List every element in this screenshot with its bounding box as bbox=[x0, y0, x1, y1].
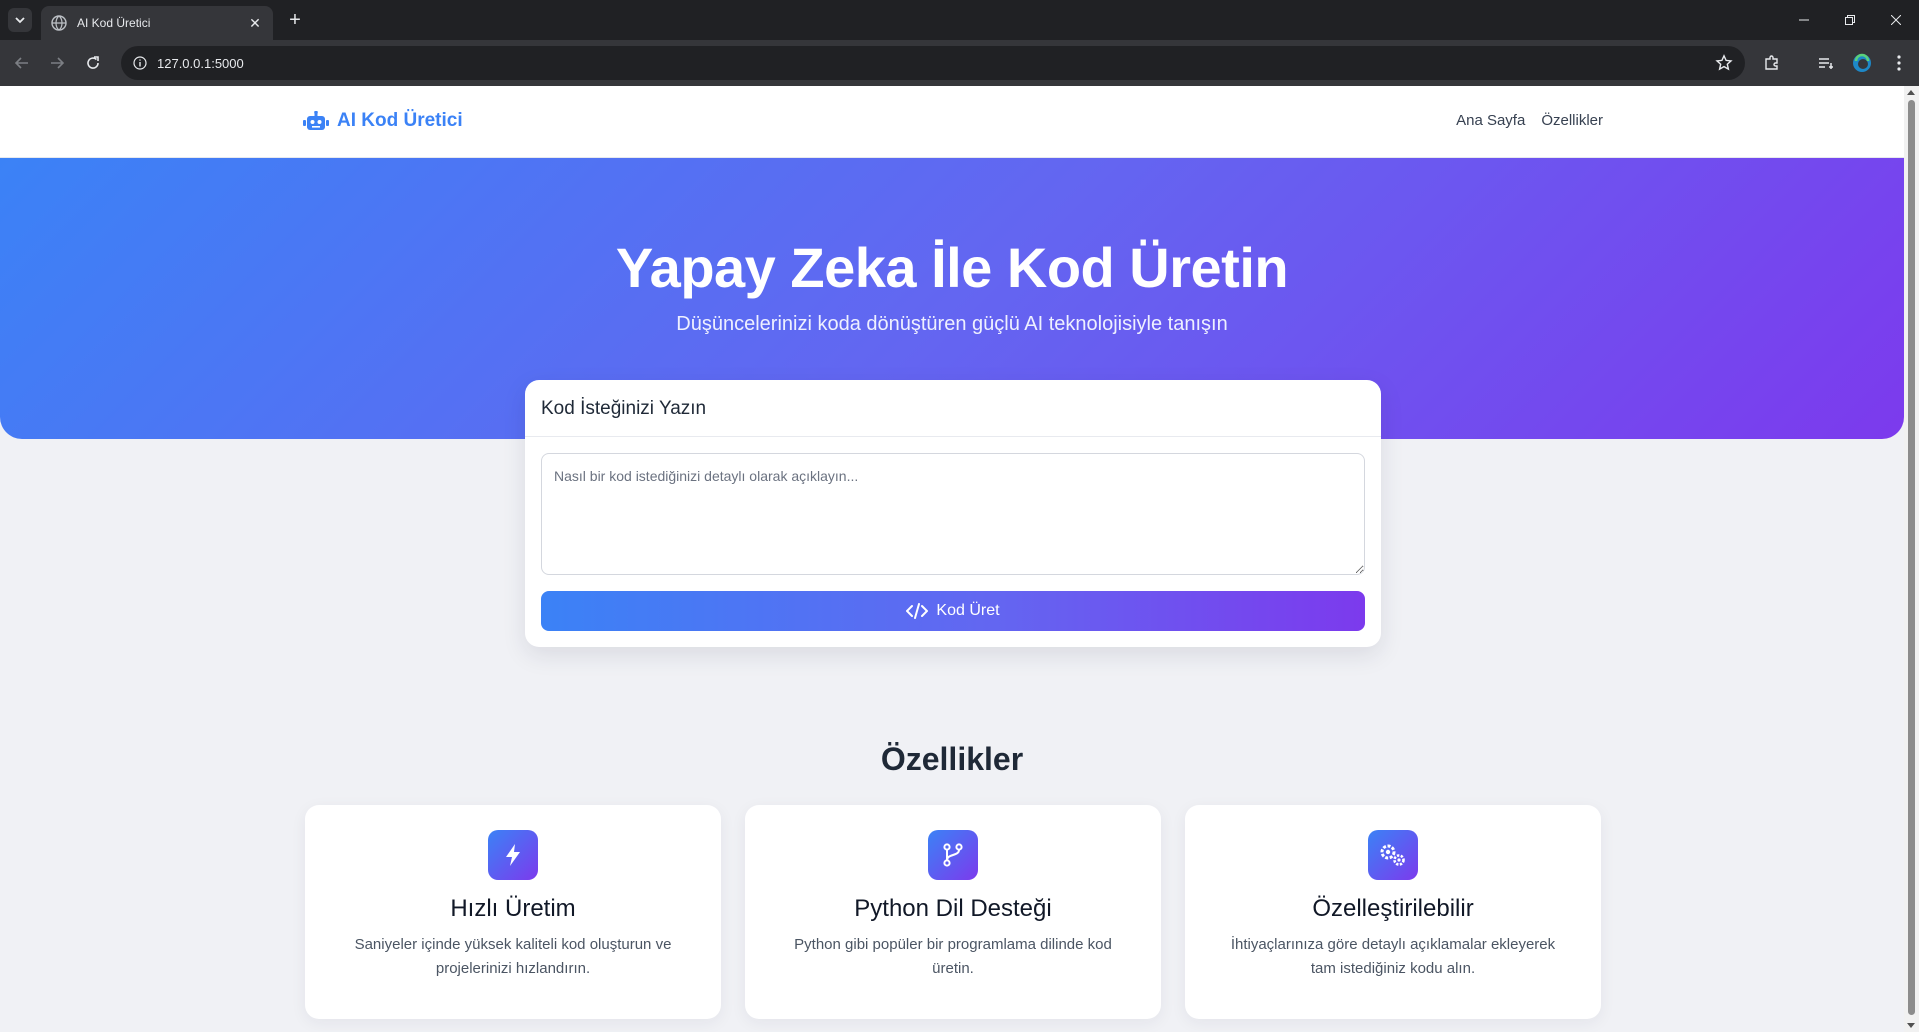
reload-button[interactable] bbox=[81, 51, 105, 75]
feature-text: Saniyeler içinde yüksek kaliteli kod olu… bbox=[354, 936, 672, 977]
more-vertical-icon bbox=[1897, 55, 1901, 71]
feature-card-python: Python Dil Desteği Python gibi popüler b… bbox=[745, 805, 1161, 1019]
cogs-icon bbox=[1368, 830, 1418, 880]
feature-title: Özelleştirilebilir bbox=[1312, 895, 1474, 922]
feature-card-fast: Hızlı Üretim Saniyeler içinde yüksek kal… bbox=[305, 805, 721, 1019]
site-info-icon[interactable] bbox=[133, 56, 147, 70]
arrow-right-icon bbox=[51, 57, 65, 69]
nav-link-features[interactable]: Özellikler bbox=[1541, 112, 1603, 129]
globe-icon bbox=[51, 15, 67, 31]
close-icon bbox=[1891, 15, 1901, 25]
profile-avatar[interactable] bbox=[1850, 51, 1874, 75]
code-prompt-input[interactable] bbox=[541, 453, 1365, 575]
edge-profile-icon bbox=[1853, 53, 1871, 72]
browser-menu-button[interactable] bbox=[1887, 51, 1911, 75]
browser-tab[interactable]: AI Kod Üretici ✕ bbox=[41, 6, 273, 40]
close-window-button[interactable] bbox=[1873, 0, 1919, 40]
card-title: Kod İsteğinizi Yazın bbox=[525, 380, 1381, 437]
nav-links: Ana Sayfa Özellikler bbox=[1456, 112, 1603, 129]
feature-text: İhtiyaçlarınıza göre detaylı açıklamalar… bbox=[1230, 936, 1556, 977]
code-icon bbox=[906, 603, 929, 619]
robot-icon bbox=[303, 111, 329, 130]
generate-code-button[interactable]: Kod Üret bbox=[541, 591, 1365, 631]
code-request-card: Kod İsteğinizi Yazın Kod Üret bbox=[525, 380, 1381, 647]
feature-title: Python Dil Desteği bbox=[854, 895, 1052, 922]
extensions-button[interactable] bbox=[1760, 51, 1784, 75]
features-title: Özellikler bbox=[880, 741, 1024, 777]
arrow-left-icon bbox=[14, 57, 28, 69]
puzzle-icon bbox=[1765, 55, 1778, 70]
brand-name: AI Kod Üretici bbox=[337, 110, 463, 131]
new-tab-button[interactable]: + bbox=[283, 8, 307, 32]
brand-link[interactable]: AI Kod Üretici bbox=[303, 110, 463, 132]
playlist-icon bbox=[1819, 58, 1833, 69]
scrollbar-thumb[interactable] bbox=[1908, 100, 1915, 1015]
bolt-icon bbox=[488, 830, 538, 880]
site-navbar: AI Kod Üretici Ana Sayfa Özellikler bbox=[0, 86, 1904, 158]
restore-icon bbox=[1845, 15, 1855, 25]
scroll-down-arrow-icon[interactable] bbox=[1907, 1023, 1915, 1028]
tab-close-icon[interactable]: ✕ bbox=[247, 15, 263, 32]
hero-subtitle: Düşüncelerinizi koda dönüştüren güçlü AI… bbox=[676, 313, 1228, 335]
back-button[interactable] bbox=[10, 51, 34, 75]
forward-button[interactable] bbox=[45, 51, 69, 75]
tab-search-button[interactable] bbox=[8, 8, 32, 32]
hero-title: Yapay Zeka İle Kod Üretin bbox=[615, 236, 1289, 299]
feature-title: Hızlı Üretim bbox=[450, 895, 576, 922]
bookmark-star-icon[interactable] bbox=[1715, 54, 1733, 77]
chevron-down-icon bbox=[15, 17, 25, 24]
code-branch-icon bbox=[928, 830, 978, 880]
reading-list-button[interactable] bbox=[1814, 51, 1838, 75]
browser-toolbar: 127.0.0.1:5000 bbox=[0, 40, 1919, 86]
page-viewport: AI Kod Üretici Ana Sayfa Özellikler Yapa… bbox=[0, 86, 1904, 1032]
generate-code-label: Kod Üret bbox=[936, 602, 1000, 619]
feature-text: Python gibi popüler bir programlama dili… bbox=[794, 936, 1112, 977]
tab-title: AI Kod Üretici bbox=[77, 16, 151, 30]
minimize-icon bbox=[1799, 19, 1809, 21]
restore-button[interactable] bbox=[1827, 0, 1873, 40]
url-text: 127.0.0.1:5000 bbox=[157, 55, 244, 71]
page-scrollbar[interactable] bbox=[1904, 86, 1919, 1032]
reload-icon bbox=[87, 56, 99, 69]
address-bar[interactable]: 127.0.0.1:5000 bbox=[121, 46, 1745, 80]
nav-link-home[interactable]: Ana Sayfa bbox=[1456, 112, 1525, 129]
feature-card-customizable: Özelleştirilebilir İhtiyaçlarınıza göre … bbox=[1185, 805, 1601, 1019]
browser-tab-strip: AI Kod Üretici ✕ + bbox=[0, 0, 1919, 40]
minimize-button[interactable] bbox=[1781, 0, 1827, 40]
scroll-up-arrow-icon[interactable] bbox=[1907, 90, 1915, 95]
